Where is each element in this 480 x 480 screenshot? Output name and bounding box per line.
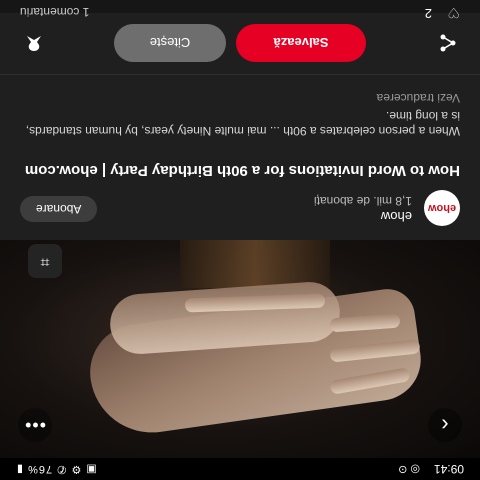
share-icon xyxy=(440,34,456,52)
translate-link[interactable]: Vezi traducerea xyxy=(377,91,460,105)
more-horizontal-icon: ••• xyxy=(24,415,46,436)
pin-button[interactable] xyxy=(20,29,48,57)
avatar[interactable]: ehow xyxy=(424,190,460,226)
engagement-bar: ♡ 2 1 comentariu xyxy=(0,0,480,21)
comments-link[interactable]: 1 comentariu xyxy=(20,5,89,19)
heart-icon[interactable]: ♡ xyxy=(447,4,460,21)
action-bar: Salvează Citește xyxy=(0,12,480,75)
status-bar: 09:41 ◎ ⊙ ▣ ⚙ ✆ 76% ▮ xyxy=(0,458,480,480)
pin-image[interactable]: ‹ ••• ⌗ xyxy=(0,240,480,458)
visual-search-icon: ⌗ xyxy=(40,253,50,270)
status-time: 09:41 xyxy=(433,462,464,476)
subscribe-button[interactable]: Abonare xyxy=(20,196,98,222)
visual-search-button[interactable]: ⌗ xyxy=(28,244,62,278)
pin-info: ehow ehow 1,8 mil. de abonați Abonare Ho… xyxy=(0,75,480,240)
visit-button[interactable]: Citește xyxy=(114,24,226,62)
screen: 09:41 ◎ ⊙ ▣ ⚙ ✆ 76% ▮ ‹ ••• ⌗ ehow ehow … xyxy=(0,0,480,480)
reaction-count: 2 xyxy=(424,6,432,21)
status-right-icons: ▣ ⚙ ✆ 76% ▮ xyxy=(16,463,97,475)
save-button[interactable]: Salvează xyxy=(236,24,366,62)
pin-description[interactable]: When a person celebrates a 90th ... mai … xyxy=(20,108,460,138)
status-left-icons: ◎ ⊙ xyxy=(398,463,420,475)
chevron-left-icon: ‹ xyxy=(441,413,449,438)
subscriber-count: 1,8 mil. de abonați xyxy=(313,194,412,208)
back-button[interactable]: ‹ xyxy=(428,408,462,442)
share-button[interactable] xyxy=(434,29,462,57)
pin-title: How to Word Invitations for a 90th Birth… xyxy=(24,162,460,179)
image-background-detail xyxy=(180,240,330,288)
pin-icon xyxy=(27,36,41,51)
more-options-button[interactable]: ••• xyxy=(18,408,52,442)
channel-row: ehow ehow 1,8 mil. de abonați Abonare xyxy=(20,190,460,226)
channel-name[interactable]: ehow xyxy=(381,209,412,224)
